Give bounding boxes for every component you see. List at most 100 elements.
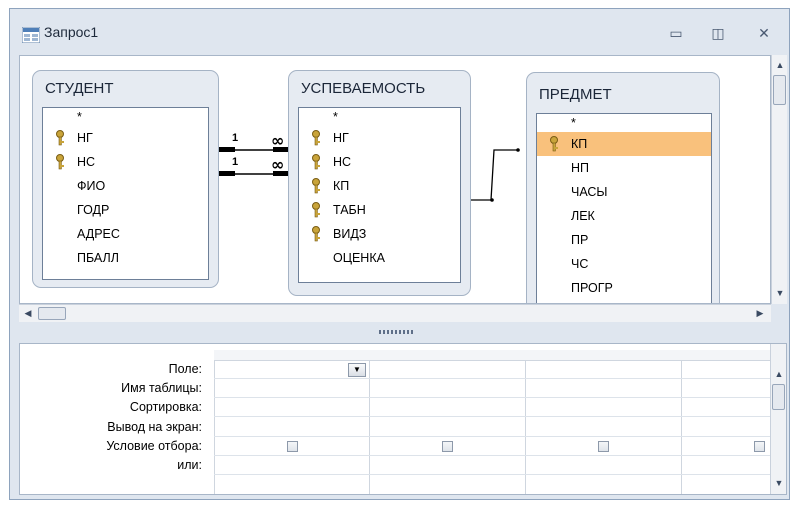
field-ns[interactable]: НС [43,150,208,174]
relation-many-label: ∞ [271,155,285,174]
field-label: * [77,110,82,124]
field-label: НГ [77,131,93,145]
scroll-thumb[interactable] [772,384,785,410]
field-all[interactable]: * [537,114,711,132]
field-label: ПР [571,233,589,247]
show-checkbox[interactable] [598,441,609,452]
show-checkbox[interactable] [287,441,298,452]
field-label: * [571,116,576,130]
scroll-thumb[interactable] [38,307,66,320]
grid-row-divider [214,378,770,379]
key-icon [312,130,320,146]
splitter-grip-icon[interactable] [379,330,413,334]
field-label: * [333,110,338,124]
table-student[interactable]: СТУДЕНТ * НГ НС ФИО ГОДР АДРЕС ПБАЛЛ [32,70,219,288]
key-icon [312,178,320,194]
field-label: КП [571,137,588,151]
query-window: Запрос1 ▭ ◫ ✕ 1 1 ∞ ∞ СТУДЕНТ * НГ НС ФИ… [9,8,790,500]
grid-column-selectors[interactable] [214,350,770,361]
scroll-left-arrow-icon[interactable]: ◀ [20,305,36,321]
field-list: * НГ НС ФИО ГОДР АДРЕС ПБАЛЛ [42,107,209,280]
field-label: ГОДР [77,203,110,217]
row-label-criteria: Условие отбора: [106,439,202,453]
field-fio[interactable]: ФИО [43,174,208,198]
field-label: ОЦЕНКА [333,251,385,265]
grid-row-divider [214,474,770,475]
key-icon [312,202,320,218]
field-ng[interactable]: НГ [299,126,460,150]
relationship-pane[interactable]: 1 1 ∞ ∞ СТУДЕНТ * НГ НС ФИО ГОДР АДРЕС П… [19,55,771,304]
field-progr[interactable]: ПРОГР [537,276,711,300]
table-predmet[interactable]: ПРЕДМЕТ * КП НП ЧАСЫ ЛЕК ПР ЧС ПРОГР [526,72,720,303]
pane-splitter[interactable] [19,322,787,343]
relation-one-label: 1 [232,156,239,168]
field-godr[interactable]: ГОДР [43,198,208,222]
show-checkbox[interactable] [754,441,765,452]
query-icon [22,27,40,43]
field-all[interactable]: * [299,108,460,126]
row-label-table: Имя таблицы: [121,381,202,395]
row-label-sort: Сортировка: [129,400,202,414]
key-icon [56,154,64,170]
field-label: ВИДЗ [333,227,367,241]
table-uspevaemost[interactable]: УСПЕВАЕМОСТЬ * НГ НС КП ТАБН ВИДЗ ОЦЕНКА [288,70,471,296]
field-pr[interactable]: ПР [537,228,711,252]
key-icon [550,136,558,152]
grid-row-divider [214,436,770,437]
relation-one-label: 1 [232,132,239,144]
field-label: ПБАЛЛ [77,251,119,265]
field-label: ЛЕК [571,209,595,223]
field-chs[interactable]: ЧС [537,252,711,276]
field-label: ТАБН [333,203,366,217]
field-pball[interactable]: ПБАЛЛ [43,246,208,270]
field-label: КП [333,179,350,193]
field-lek[interactable]: ЛЕК [537,204,711,228]
scroll-down-arrow-icon[interactable]: ▼ [771,475,786,491]
close-button[interactable]: ✕ [753,23,775,43]
scroll-right-arrow-icon[interactable]: ▶ [752,305,768,321]
field-label: ЧАСЫ [571,185,608,199]
upper-vertical-scrollbar[interactable]: ▲ ▼ [771,55,787,304]
grid-vertical-scrollbar[interactable]: ▲ ▼ [770,344,786,494]
table-title: СТУДЕНТ [45,80,114,97]
field-ns[interactable]: НС [299,150,460,174]
field-label: ПРОГР [571,281,613,295]
key-icon [312,154,320,170]
table-title: УСПЕВАЕМОСТЬ [301,80,426,97]
scroll-down-arrow-icon[interactable]: ▼ [772,285,788,301]
row-label-show: Вывод на экран: [107,420,202,434]
table-title: ПРЕДМЕТ [539,86,612,103]
field-list: * КП НП ЧАСЫ ЛЕК ПР ЧС ПРОГР [536,113,712,303]
row-label-field: Поле: [168,362,202,376]
scroll-thumb[interactable] [773,75,786,105]
row-label-or: или: [177,458,202,472]
field-vidz[interactable]: ВИДЗ [299,222,460,246]
minimize-button[interactable]: ▭ [665,23,687,43]
restore-button[interactable]: ◫ [707,23,729,43]
grid-row-divider [214,455,770,456]
show-checkbox[interactable] [442,441,453,452]
query-design-grid[interactable]: Поле: Имя таблицы: Сортировка: Вывод на … [19,343,787,495]
field-ocenka[interactable]: ОЦЕНКА [299,246,460,270]
field-all[interactable]: * [43,108,208,126]
window-title: Запрос1 [44,24,99,40]
field-label: НС [77,155,96,169]
field-kp-selected[interactable]: КП [537,132,711,156]
field-tabn[interactable]: ТАБН [299,198,460,222]
field-kp[interactable]: КП [299,174,460,198]
grid-row-divider [214,416,770,417]
grid-row-divider [214,397,770,398]
field-dropdown-button[interactable]: ▼ [348,363,366,377]
field-np[interactable]: НП [537,156,711,180]
scroll-up-arrow-icon[interactable]: ▲ [771,366,786,382]
field-adres[interactable]: АДРЕС [43,222,208,246]
field-ng[interactable]: НГ [43,126,208,150]
field-list: * НГ НС КП ТАБН ВИДЗ ОЦЕНКА [298,107,461,283]
field-chasy[interactable]: ЧАСЫ [537,180,711,204]
scroll-up-arrow-icon[interactable]: ▲ [772,57,788,73]
field-label: НГ [333,131,349,145]
title-bar[interactable]: Запрос1 ▭ ◫ ✕ [10,9,789,53]
key-icon [56,130,64,146]
horizontal-scrollbar[interactable]: ◀ ▶ [19,304,771,322]
key-icon [312,226,320,242]
